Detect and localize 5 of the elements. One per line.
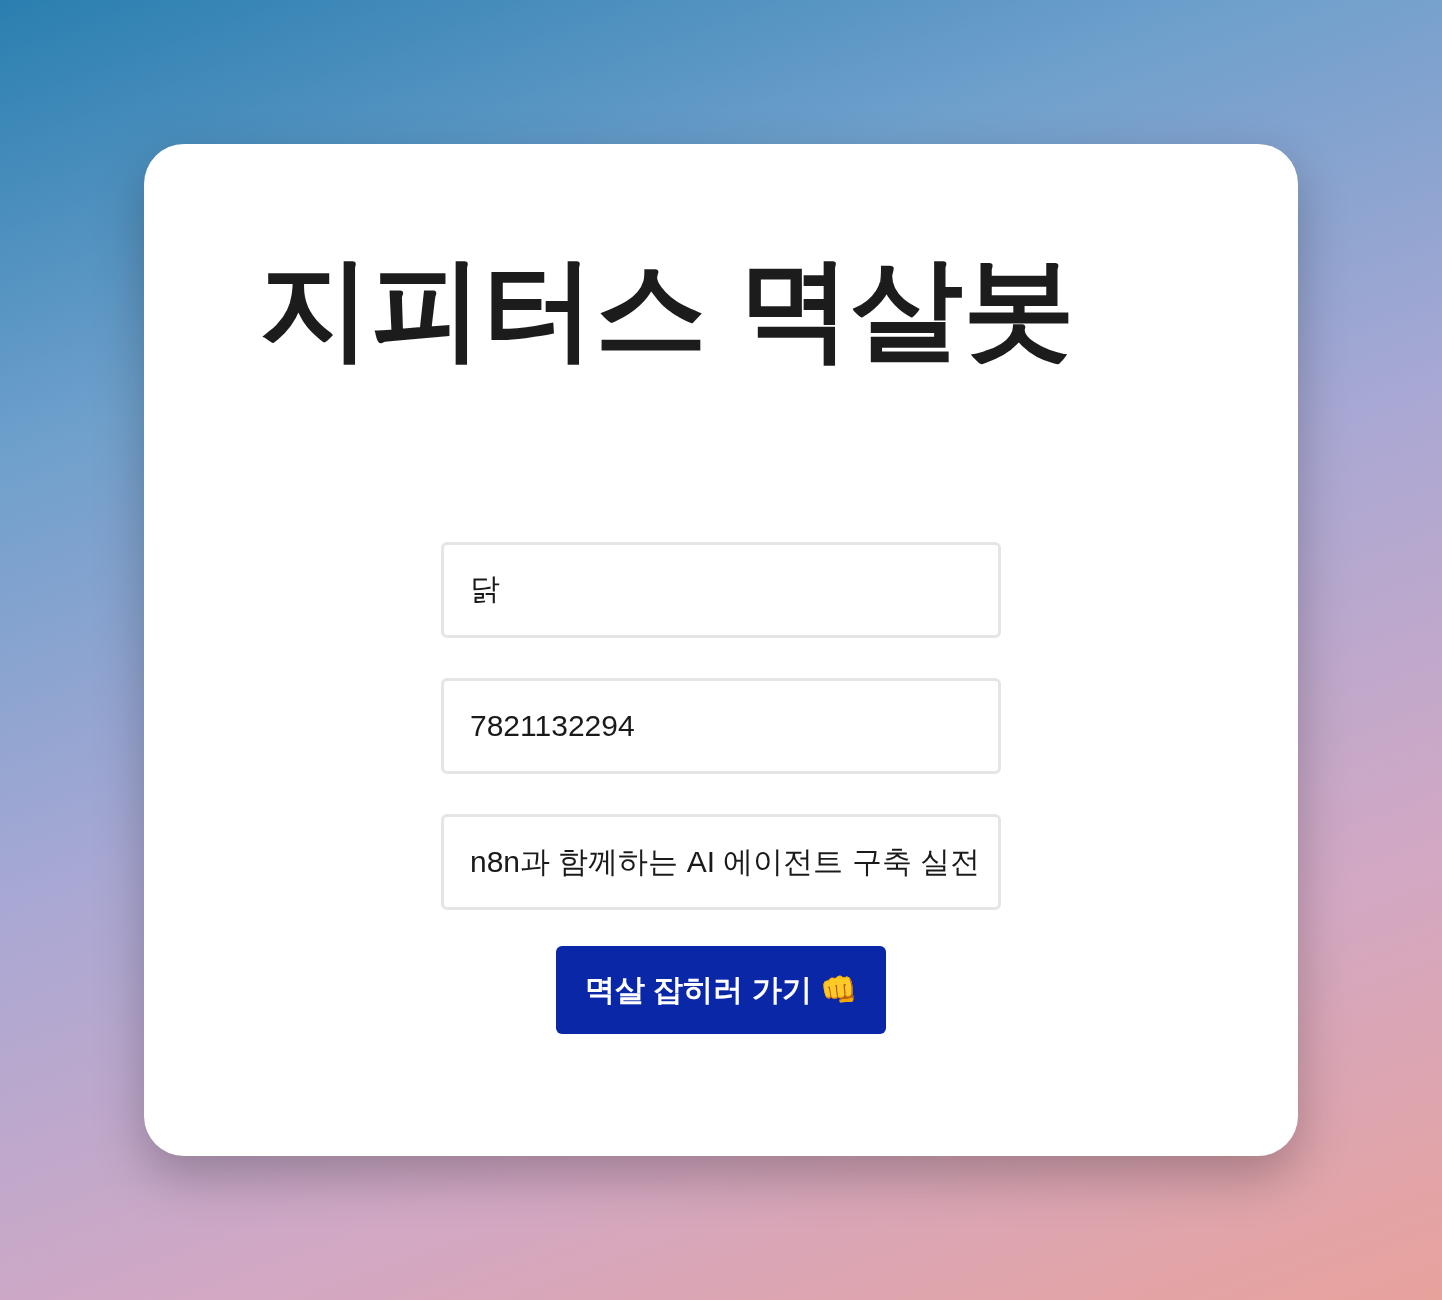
page-title: 지피터스 멱살봇 xyxy=(259,245,1075,373)
course-select[interactable]: n8n과 함께하는 AI 에이전트 구축 실전 xyxy=(441,813,1001,910)
submit-button[interactable]: 멱살 잡히러 가기 👊 xyxy=(556,945,886,1034)
name-input[interactable]: 닭 xyxy=(441,541,1001,638)
phone-input[interactable]: 7821132294 xyxy=(441,677,1001,774)
